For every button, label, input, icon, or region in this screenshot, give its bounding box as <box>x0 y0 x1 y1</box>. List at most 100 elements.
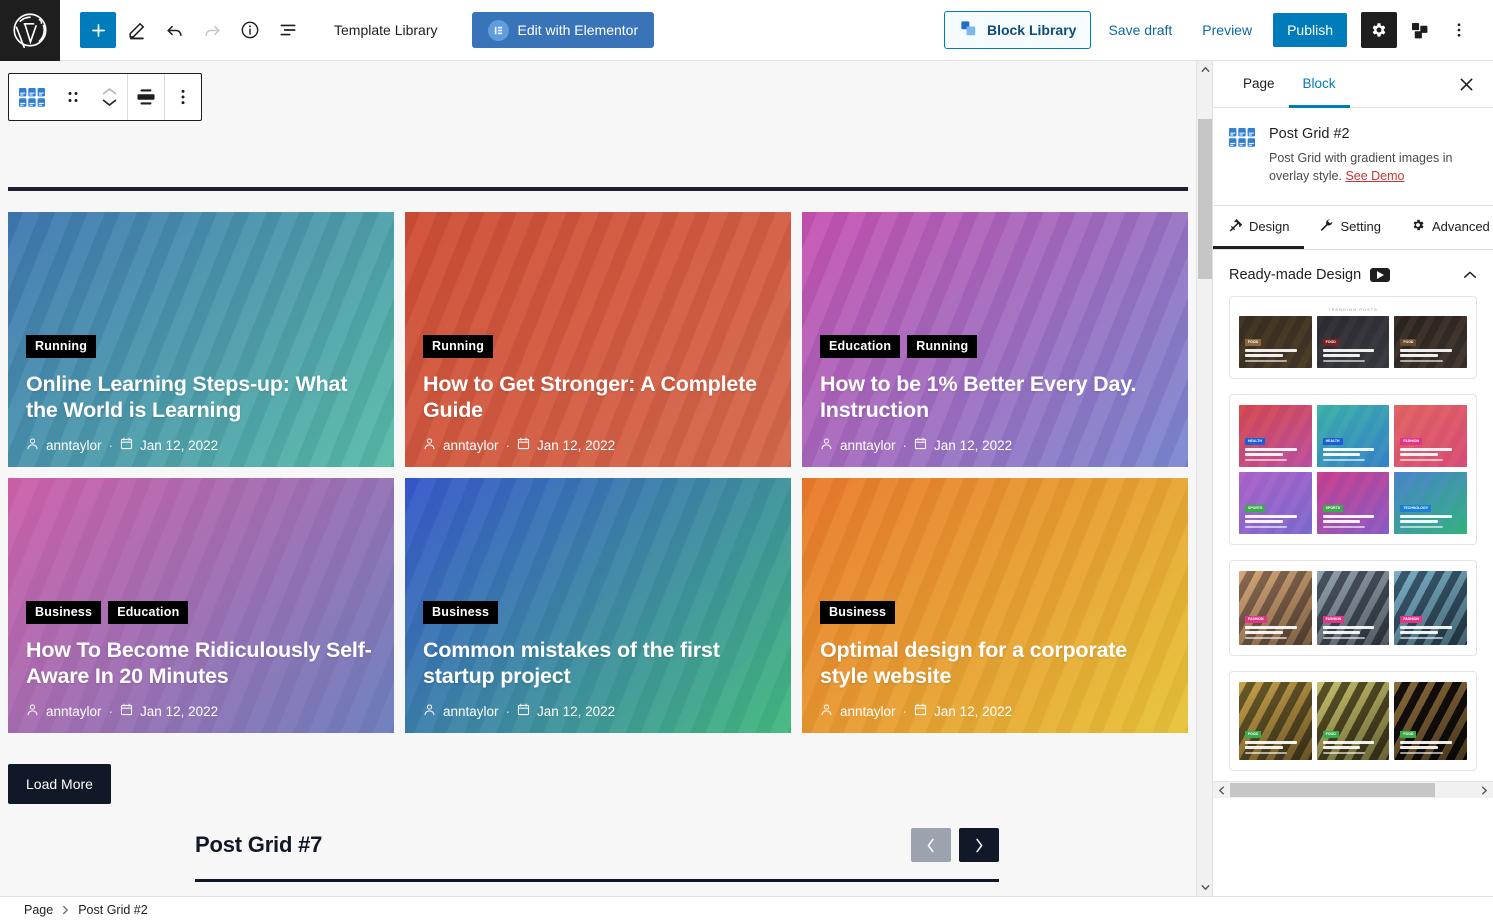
post-card-title[interactable]: Optimal design for a corporate style web… <box>820 637 1170 689</box>
post-author[interactable]: anntaylor <box>443 438 499 453</box>
blocks-panel-button[interactable] <box>1401 12 1437 48</box>
wordpress-logo-icon[interactable] <box>0 0 60 61</box>
tab-block[interactable]: Block <box>1288 62 1350 108</box>
carousel-prev-chevron-left-icon[interactable] <box>911 828 951 862</box>
drag-handle-icon[interactable] <box>55 74 91 120</box>
post-card-body: Education Running How to be 1% Better Ever… <box>820 335 1170 453</box>
details-button[interactable] <box>232 12 268 48</box>
design-preview-tile[interactable]: FASHION <box>1394 405 1467 468</box>
block-options-kebab-menu-icon[interactable] <box>165 74 201 120</box>
undo-button[interactable] <box>156 12 192 48</box>
design-preview-photo-cards[interactable]: FASHION FASHION FASHION <box>1229 560 1477 657</box>
post-author[interactable]: anntaylor <box>46 438 102 453</box>
post-card[interactable]: Business Common mistakes of the first sta… <box>405 478 791 733</box>
design-preview-tile[interactable]: SPORTS <box>1239 472 1312 535</box>
post-grid-block[interactable]: Running Online Learning Steps-up: What th… <box>8 212 1188 733</box>
category-badge[interactable]: Business <box>423 601 499 624</box>
category-badge[interactable]: Running <box>26 335 97 358</box>
align-center-icon[interactable] <box>128 74 164 120</box>
design-preview-trending-posts[interactable]: TRENDING POSTS FOOD FOOD FOOD <box>1229 296 1477 380</box>
edit-with-elementor-button[interactable]: Edit with Elementor <box>471 12 655 48</box>
design-preview-tile[interactable]: FOOD <box>1239 682 1312 761</box>
block-mover[interactable] <box>91 86 127 108</box>
editor-breadcrumb-bar: Page Post Grid #2 <box>0 896 1493 923</box>
category-badge[interactable]: Education <box>108 601 189 624</box>
post-card-title[interactable]: How To Become Ridiculously Self-Aware In… <box>26 637 376 689</box>
list-view-button[interactable] <box>270 12 306 48</box>
youtube-play-icon[interactable] <box>1370 268 1391 283</box>
post-card-title[interactable]: How to be 1% Better Every Day. Instructi… <box>820 371 1170 423</box>
move-up-chevron-up-icon[interactable] <box>101 86 118 97</box>
add-block-button[interactable] <box>80 12 116 48</box>
design-tile-meta-line <box>1400 459 1443 462</box>
subtab-advanced[interactable]: Advanced <box>1396 206 1493 249</box>
block-type-post-grid-icon[interactable] <box>9 74 55 120</box>
save-draft-button[interactable]: Save draft <box>1095 13 1185 47</box>
redo-button[interactable] <box>194 12 230 48</box>
design-preview-gradient-grid[interactable]: HEALTH HEALTH FASHION SPORTS SPORTS TECHNOLOG… <box>1229 394 1477 546</box>
post-card[interactable]: Business Optimal design for a corporate s… <box>802 478 1188 733</box>
scroll-up-chevron-up-icon[interactable] <box>1197 61 1212 78</box>
block-library-button[interactable]: Block Library <box>943 11 1092 49</box>
design-preview-tile[interactable]: HEALTH <box>1316 405 1390 468</box>
post-card-title[interactable]: How to Get Stronger: A Complete Guide <box>423 371 773 423</box>
post-author[interactable]: anntaylor <box>443 704 499 719</box>
see-demo-link[interactable]: See Demo <box>1345 169 1404 183</box>
subtab-design[interactable]: Design <box>1213 206 1305 250</box>
design-preview-tile[interactable]: HEALTH <box>1239 405 1312 468</box>
edit-tool-button[interactable] <box>118 12 154 48</box>
design-preview-tile[interactable]: FOOD <box>1394 682 1467 761</box>
design-preview-tile[interactable]: FOOD <box>1316 682 1390 761</box>
hscroll-left-chevron-left-icon[interactable] <box>1213 782 1230 799</box>
post-card[interactable]: Running Online Learning Steps-up: What th… <box>8 212 394 467</box>
load-more-button[interactable]: Load More <box>8 764 111 804</box>
post-card[interactable]: Running How to Get Stronger: A Complete G… <box>405 212 791 467</box>
design-preview-tile[interactable]: TECHNOLOGY <box>1394 472 1467 535</box>
category-badge[interactable]: Running <box>907 335 978 358</box>
post-author[interactable]: anntaylor <box>840 704 896 719</box>
design-preview-tile[interactable]: FOOD <box>1316 316 1390 369</box>
carousel-next-chevron-right-icon[interactable] <box>959 828 999 862</box>
post-card-title[interactable]: Online Learning Steps-up: What the World… <box>26 371 376 423</box>
post-grid-7-block[interactable]: Post Grid #7 <box>195 828 999 896</box>
post-author[interactable]: anntaylor <box>46 704 102 719</box>
post-card[interactable]: Education Running How to be 1% Better Ever… <box>802 212 1188 467</box>
design-tile-text: HEALTH <box>1322 429 1384 462</box>
canvas-vertical-scrollbar[interactable] <box>1196 61 1212 896</box>
design-preview-tile[interactable]: FOOD <box>1394 316 1467 369</box>
sidebar-horizontal-scrollbar[interactable] <box>1213 781 1493 799</box>
design-preview-tile[interactable]: FOOD <box>1239 316 1312 369</box>
more-options-button[interactable] <box>1441 12 1477 48</box>
close-sidebar-close-icon[interactable] <box>1451 69 1481 99</box>
hscroll-track[interactable] <box>1230 782 1476 799</box>
design-preview-tile[interactable]: FASHION <box>1316 571 1390 646</box>
design-preview-tile[interactable]: SPORTS <box>1316 472 1390 535</box>
publish-button[interactable]: Publish <box>1273 13 1347 47</box>
category-badge[interactable]: Running <box>423 335 494 358</box>
collapse-section-chevron-up-icon[interactable] <box>1463 270 1477 280</box>
category-badge[interactable]: Business <box>26 601 102 624</box>
category-badge[interactable]: Business <box>820 601 896 624</box>
hscroll-thumb[interactable] <box>1230 782 1435 797</box>
breadcrumb-chevron-right-icon <box>62 905 69 915</box>
breadcrumb-page[interactable]: Page <box>24 903 53 917</box>
move-down-chevron-down-icon[interactable] <box>101 97 118 108</box>
post-card[interactable]: Business Education How To Become Ridiculou… <box>8 478 394 733</box>
hscroll-right-chevron-right-icon[interactable] <box>1476 782 1493 799</box>
block-library-label: Block Library <box>986 22 1077 38</box>
category-badge[interactable]: Education <box>820 335 901 358</box>
post-card-title[interactable]: Common mistakes of the first startup pro… <box>423 637 773 689</box>
design-tile-text: SPORTS <box>1322 496 1384 529</box>
design-preview-tile[interactable]: FASHION <box>1239 571 1312 646</box>
design-preview-tile[interactable]: FASHION <box>1394 571 1467 646</box>
tab-page[interactable]: Page <box>1229 62 1289 108</box>
scroll-down-chevron-down-icon[interactable] <box>1197 879 1212 896</box>
canvas-scroll-thumb[interactable] <box>1198 119 1212 279</box>
settings-gear-button[interactable] <box>1361 12 1397 48</box>
breadcrumb-block[interactable]: Post Grid #2 <box>78 903 147 917</box>
template-library-link[interactable]: Template Library <box>334 22 438 38</box>
preview-button[interactable]: Preview <box>1189 13 1265 47</box>
post-author[interactable]: anntaylor <box>840 438 896 453</box>
design-preview-food-cards[interactable]: FOOD FOOD FOOD <box>1229 671 1477 772</box>
subtab-setting[interactable]: Setting <box>1304 206 1395 249</box>
